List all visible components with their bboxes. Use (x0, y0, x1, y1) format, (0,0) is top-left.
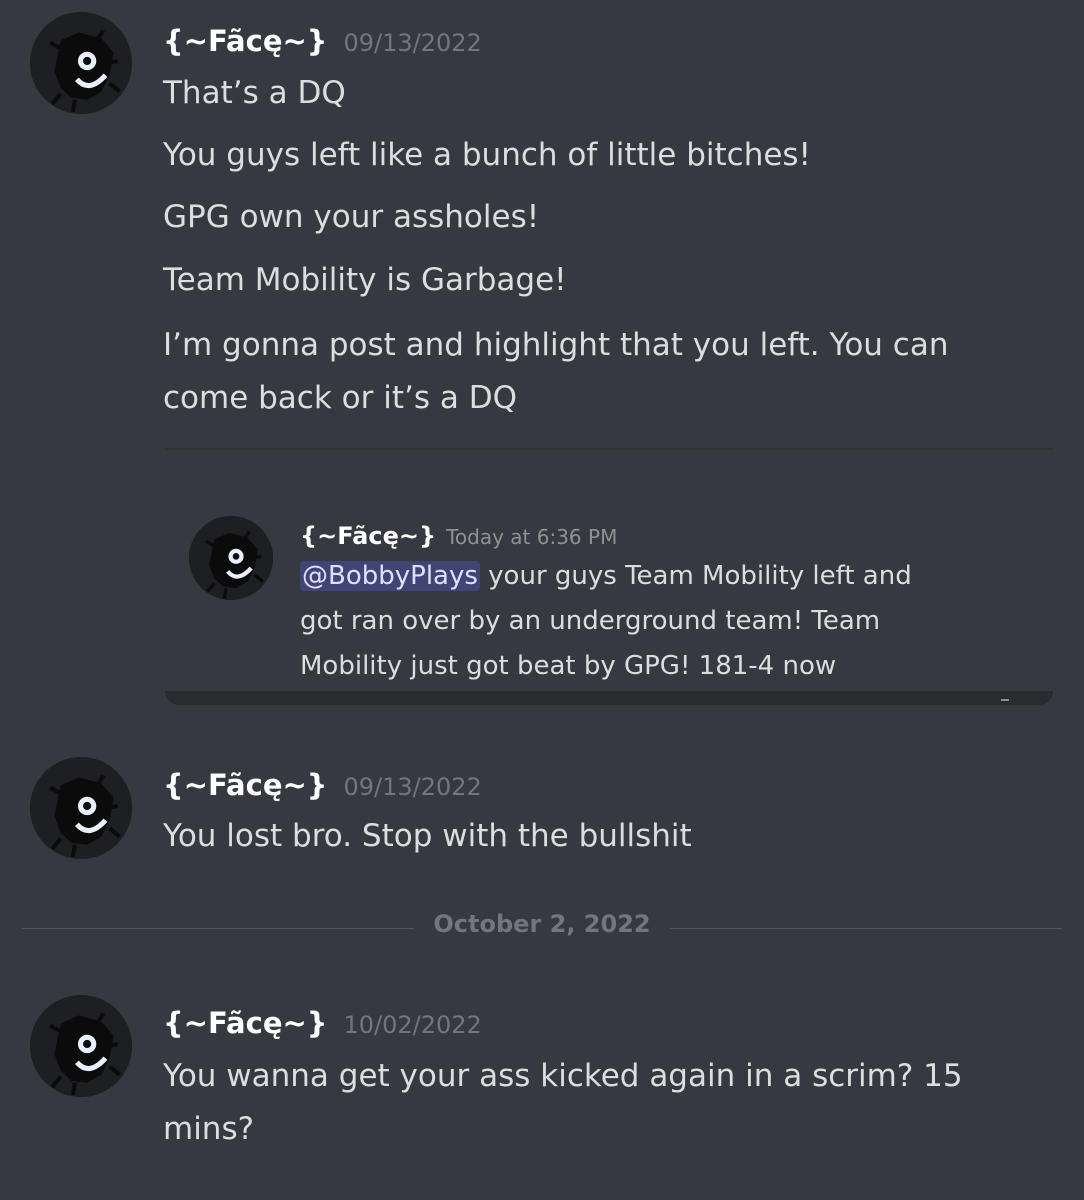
embedded-username: {~Fãcę~} Today at 6:36 PM (300, 522, 617, 550)
username-text[interactable]: {~Fãcę~} (163, 24, 327, 58)
date-divider-line-right (670, 928, 1062, 929)
message-group-1: {~Fãcę~} 09/13/2022 That’s a DQ You guys … (0, 0, 1084, 430)
user-mention: @BobbyPlays (300, 561, 480, 591)
message-group-2: {~Fãcę~} 09/13/2022 You lost bro. Stop wi… (0, 755, 1084, 885)
user-avatar[interactable] (30, 995, 132, 1097)
embedded-message-line: Mobility just got beat by GPG! 181-4 now (300, 651, 837, 681)
embedded-message-line: @BobbyPlays your guys Team Mobility left… (300, 554, 1000, 599)
embedded-timestamp: Today at 6:36 PM (446, 525, 618, 549)
embedded-message-line: got ran over by an underground team! Tea… (300, 606, 881, 636)
message-timestamp: 09/13/2022 (343, 29, 482, 57)
message-text: Team Mobility is Garbage! (163, 262, 567, 298)
date-divider-line-left (22, 928, 414, 929)
username[interactable]: {~Fãcę~} 09/13/2022 (163, 24, 482, 58)
embedded-text: your guys Team Mobility left and (479, 561, 912, 591)
user-avatar[interactable] (30, 12, 132, 114)
message-timestamp: 09/13/2022 (343, 773, 482, 801)
user-avatar[interactable] (30, 757, 132, 859)
message-timestamp: 10/02/2022 (343, 1011, 482, 1039)
attachment-bottom-edge (165, 691, 1053, 705)
avatar-face-icon (30, 995, 132, 1097)
screenshot-attachment[interactable]: {~Fãcę~} Today at 6:36 PM @BobbyPlays you… (165, 430, 1053, 705)
message-text: come back or it’s a DQ (163, 380, 517, 416)
message-text: mins? (163, 1111, 255, 1147)
message-text: You lost bro. Stop with the bullshit (163, 818, 692, 854)
username[interactable]: {~Fãcę~} 09/13/2022 (163, 768, 482, 802)
message-text: You wanna get your ass kicked again in a… (163, 1058, 963, 1094)
attachment-cropped-edge (165, 430, 1053, 448)
message-text: GPG own your assholes! (163, 199, 540, 235)
avatar-face-icon (189, 516, 273, 600)
embedded-username-text: {~Fãcę~} (300, 522, 437, 550)
username-text[interactable]: {~Fãcę~} (163, 768, 327, 802)
date-divider-label: October 2, 2022 (433, 910, 651, 938)
username[interactable]: {~Fãcę~} 10/02/2022 (163, 1006, 482, 1040)
avatar-face-icon (30, 12, 132, 114)
message-text: That’s a DQ (163, 75, 346, 111)
message-group-3: {~Fãcę~} 10/02/2022 You wanna get your as… (0, 993, 1084, 1173)
scroll-indicator (1001, 699, 1009, 701)
avatar-face-icon (30, 757, 132, 859)
username-text[interactable]: {~Fãcę~} (163, 1006, 327, 1040)
embedded-user-avatar (189, 516, 273, 600)
message-text: I’m gonna post and highlight that you le… (163, 327, 949, 363)
message-text: You guys left like a bunch of little bit… (163, 137, 811, 173)
attachment-content: {~Fãcę~} Today at 6:36 PM @BobbyPlays you… (165, 450, 1053, 693)
